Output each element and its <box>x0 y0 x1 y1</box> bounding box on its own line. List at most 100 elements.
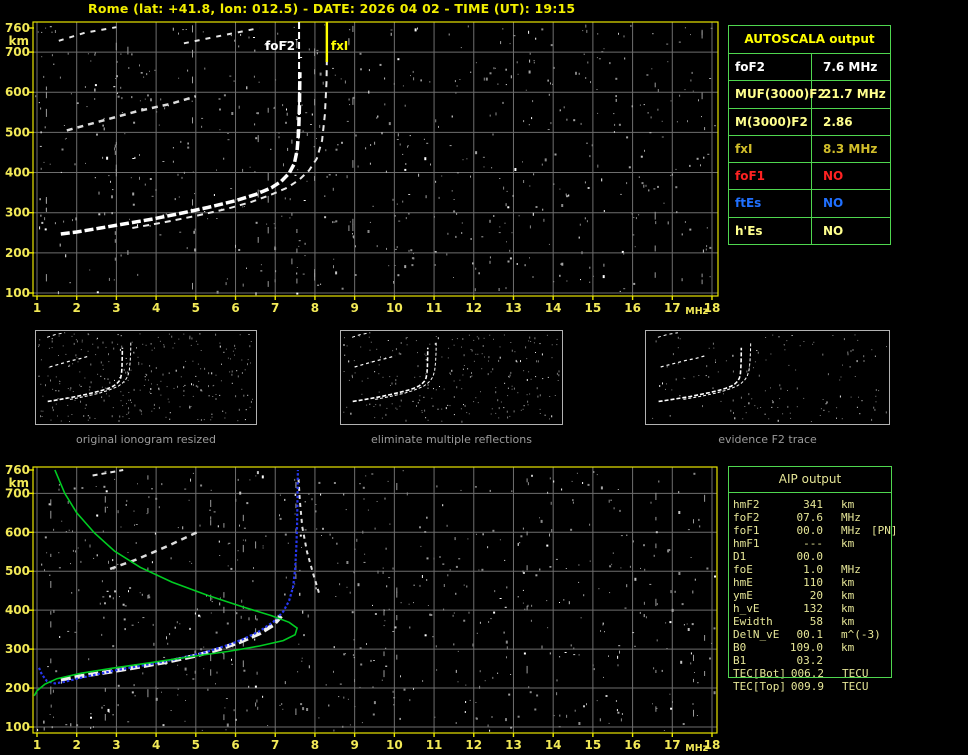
noise-dot <box>482 533 484 536</box>
noise-dot <box>246 502 249 505</box>
noise-dot <box>59 383 61 385</box>
noise-dot <box>438 125 439 128</box>
noise-dot <box>246 709 248 712</box>
noise-dot <box>524 264 526 267</box>
noise-dot <box>305 112 308 114</box>
noise-dot <box>564 652 567 653</box>
noise-dot <box>532 212 534 216</box>
noise-dot <box>417 27 418 30</box>
noise-dot <box>553 715 555 717</box>
noise-dot <box>155 497 158 500</box>
noise-dot <box>241 388 243 390</box>
noise-dot <box>453 199 455 200</box>
noise-dash <box>242 660 244 668</box>
noise-dot <box>689 164 691 167</box>
noise-dot <box>479 621 481 624</box>
noise-dot <box>302 610 304 614</box>
x-axis-tick-label: 16 <box>624 301 641 315</box>
noise-dot <box>566 280 568 282</box>
noise-dot <box>60 420 62 422</box>
noise-dot <box>162 373 164 376</box>
noise-dot <box>67 415 69 417</box>
noise-dot <box>316 528 318 530</box>
noise-dash <box>115 42 117 51</box>
noise-dot <box>617 489 619 490</box>
noise-dot <box>261 475 264 479</box>
noise-dot <box>58 484 60 486</box>
noise-dot <box>659 385 661 387</box>
noise-dot <box>51 726 53 729</box>
noise-dot <box>346 175 348 179</box>
noise-dot <box>229 371 231 373</box>
second-hop-streak <box>66 95 197 132</box>
noise-dot <box>732 354 734 357</box>
noise-dot <box>460 489 462 491</box>
noise-dot <box>405 163 407 165</box>
noise-dot <box>306 708 309 711</box>
noise-dot <box>714 125 716 127</box>
parameter-value: NO <box>823 196 844 211</box>
thumb-second-hop <box>354 355 396 368</box>
noise-dash <box>704 635 706 641</box>
noise-dot <box>237 375 239 378</box>
noise-dot <box>542 208 544 211</box>
noise-dot <box>98 191 100 195</box>
noise-dot <box>307 614 309 618</box>
noise-dot <box>203 419 205 421</box>
noise-dot <box>874 355 876 357</box>
f2-o-mode-trace <box>60 72 302 236</box>
noise-dot <box>161 691 162 693</box>
noise-dash <box>701 92 703 100</box>
noise-dot <box>874 408 876 411</box>
y-axis-tick-label: 600 <box>5 525 30 539</box>
noise-dash <box>267 195 269 203</box>
noise-dash <box>654 82 656 88</box>
noise-dot <box>586 29 588 33</box>
noise-dot <box>94 84 97 87</box>
noise-dot <box>628 166 631 169</box>
noise-dot <box>878 390 880 392</box>
noise-dot <box>784 344 785 346</box>
noise-dot <box>151 383 152 385</box>
x-axis-tick-label: 5 <box>192 301 200 315</box>
noise-dot <box>67 500 69 504</box>
noise-dot <box>689 228 692 231</box>
noise-dot <box>120 53 122 55</box>
noise-dot <box>332 67 334 69</box>
noise-dot <box>65 724 68 726</box>
noise-dot <box>208 395 210 397</box>
noise-dot <box>344 80 346 84</box>
noise-dot <box>242 283 244 287</box>
noise-dot <box>424 531 427 533</box>
noise-dot <box>79 384 81 386</box>
noise-dot <box>254 171 256 173</box>
noise-dot <box>760 407 762 408</box>
noise-dot <box>408 249 410 252</box>
noise-dot <box>687 120 688 123</box>
noise-dot <box>104 378 106 380</box>
noise-dot <box>626 584 628 588</box>
noise-dot <box>292 587 294 589</box>
noise-dot <box>433 557 435 560</box>
noise-dot <box>644 149 645 152</box>
noise-dot <box>335 174 337 176</box>
noise-dot <box>712 387 714 389</box>
noise-dot <box>333 670 334 673</box>
noise-dot <box>374 371 376 373</box>
noise-dot <box>226 278 228 280</box>
noise-dash <box>45 91 47 99</box>
noise-dot <box>777 419 779 422</box>
noise-dot <box>230 188 233 190</box>
noise-dot <box>492 529 495 532</box>
noise-dot <box>192 171 194 173</box>
noise-dot <box>534 708 537 711</box>
noise-dot <box>675 186 678 189</box>
noise-dash <box>396 587 398 593</box>
noise-dot <box>80 349 82 351</box>
noise-dot <box>690 79 692 82</box>
noise-dash <box>396 615 398 621</box>
noise-dot <box>57 291 59 295</box>
noise-dot <box>111 212 113 215</box>
noise-dot <box>49 574 51 576</box>
noise-dot <box>388 577 391 579</box>
